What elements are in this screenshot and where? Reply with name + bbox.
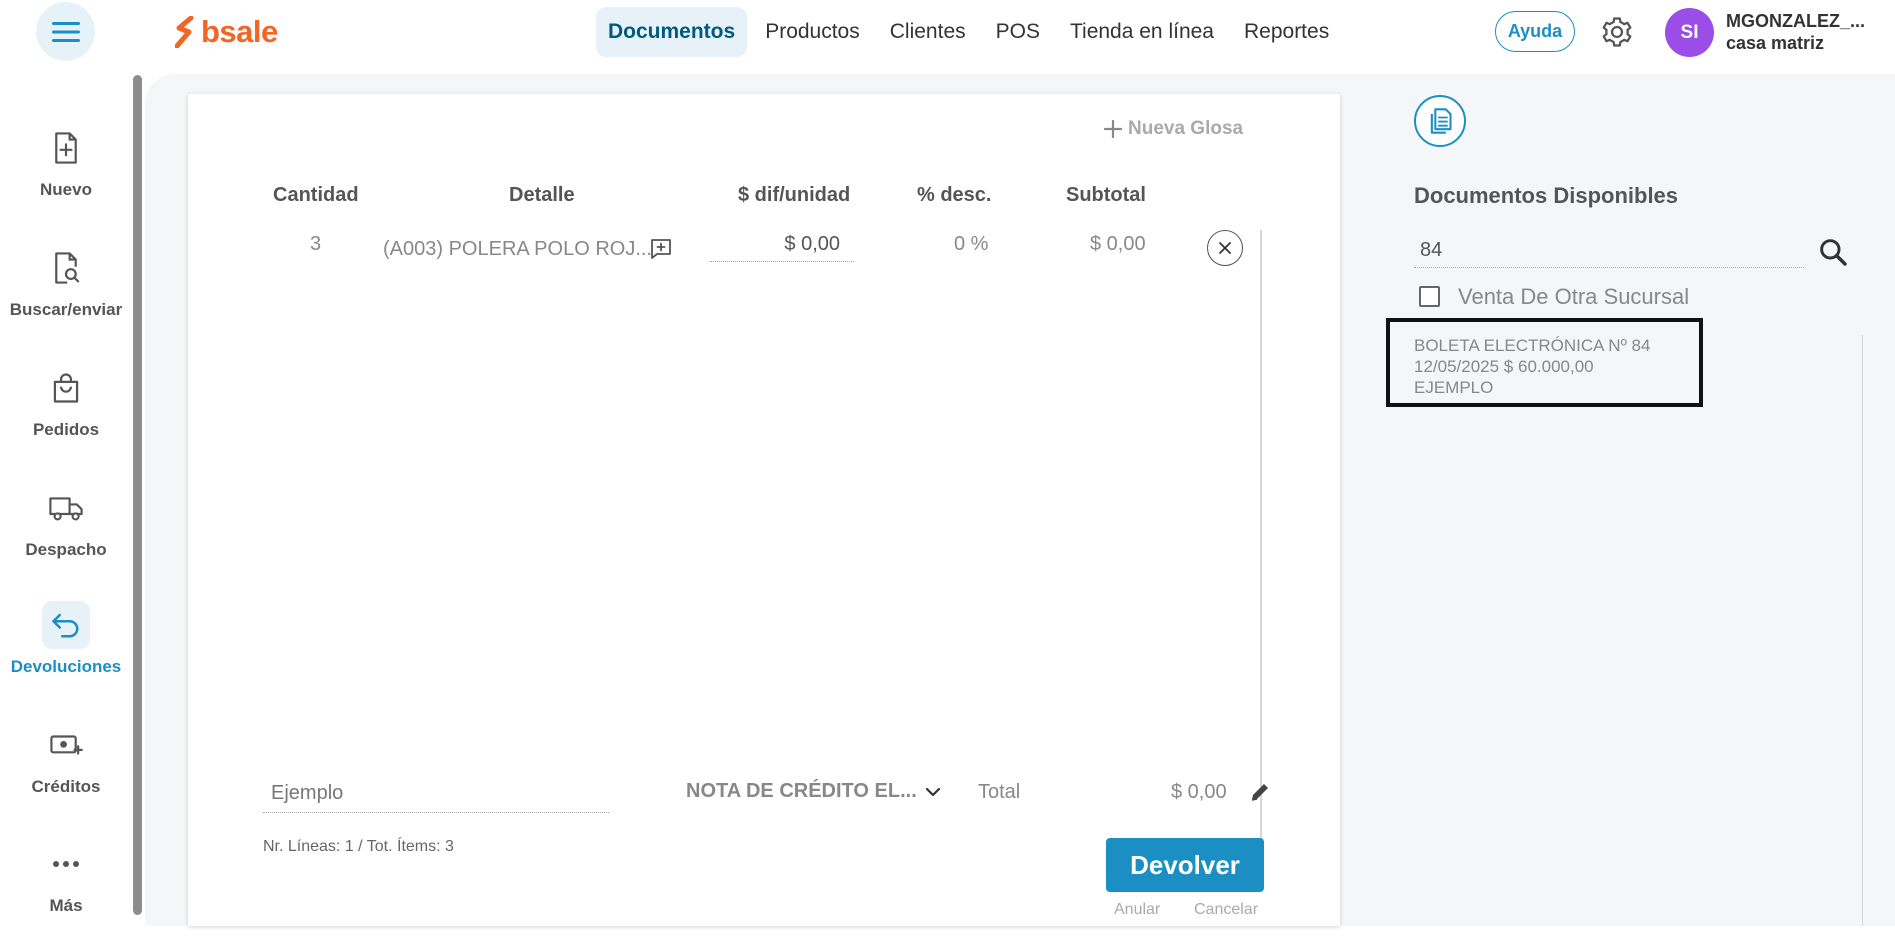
close-icon — [1219, 242, 1231, 254]
money-plus-icon — [50, 735, 83, 755]
sidebar-label: Más — [49, 896, 83, 915]
sidebar-label: Créditos — [31, 777, 101, 796]
document-date-amount: 12/05/2025 $ 60.000,00 — [1414, 357, 1594, 376]
side-icon-wrap — [42, 124, 90, 172]
row-detalle: (A003) POLERA POLO ROJ... — [383, 238, 652, 260]
otra-sucursal-label: Venta De Otra Sucursal — [1458, 284, 1690, 309]
main-nav: Documentos Productos Clientes POS Tienda… — [596, 7, 1341, 57]
header-cantidad: Cantidad — [273, 184, 359, 206]
hamburger-icon — [51, 21, 80, 42]
nueva-glosa-label: Nueva Glosa — [1128, 118, 1244, 139]
file-search-icon — [55, 252, 80, 284]
total-label: Total — [978, 781, 1021, 803]
sidebar: Nuevo Buscar/enviar Pedidos Despacho Dev… — [0, 64, 132, 926]
remove-row-button[interactable] — [1207, 230, 1243, 266]
row-subtotal: $ 0,00 — [1090, 233, 1146, 255]
return-document-card: Nueva Glosa Cantidad Detalle $ dif/unida… — [188, 94, 1340, 926]
sidebar-item-creditos[interactable]: Créditos — [0, 721, 132, 821]
pencil-icon[interactable] — [1248, 780, 1272, 804]
sidebar-item-pedidos[interactable]: Pedidos — [0, 364, 132, 464]
add-comment-icon[interactable] — [649, 237, 673, 261]
plus-icon — [1104, 120, 1122, 138]
otra-sucursal-checkbox[interactable] — [1419, 286, 1440, 307]
header-detalle: Detalle — [509, 184, 575, 206]
user-info[interactable]: MGONZALEZ_... casa matriz — [1726, 10, 1865, 54]
more-dots-icon — [53, 861, 79, 867]
side-icon-wrap — [42, 721, 90, 769]
gear-icon[interactable] — [1600, 15, 1634, 49]
user-name: MGONZALEZ_... — [1726, 11, 1865, 31]
bsale-logo[interactable]: bsale — [175, 14, 278, 50]
undo-arrow-icon — [52, 613, 79, 638]
document-icon — [1430, 108, 1452, 134]
nav-reportes[interactable]: Reportes — [1232, 7, 1341, 57]
sidebar-label: Nuevo — [40, 180, 92, 199]
bsale-logo-mark-icon — [175, 16, 194, 48]
side-icon-wrap — [42, 484, 90, 532]
document-title: BOLETA ELECTRÓNICA Nº 84 — [1414, 336, 1651, 355]
logo-text: bsale — [201, 14, 278, 49]
sidebar-item-devoluciones[interactable]: Devoluciones — [0, 601, 132, 701]
sidebar-label: Devoluciones — [10, 657, 122, 676]
avatar[interactable]: SI — [1665, 8, 1714, 57]
side-icon-wrap — [42, 601, 90, 649]
cancelar-link[interactable]: Cancelar — [1194, 901, 1258, 919]
vertical-divider — [1260, 230, 1262, 842]
dif-unidad-input[interactable]: $ 0,00 — [710, 230, 854, 262]
nav-documentos[interactable]: Documentos — [596, 7, 748, 57]
devolver-button[interactable]: Devolver — [1106, 838, 1264, 892]
anular-link[interactable]: Anular — [1114, 901, 1160, 919]
header-subtotal: Subtotal — [1066, 184, 1146, 206]
side-icon-wrap — [42, 840, 90, 888]
glosa-input[interactable]: Ejemplo — [263, 778, 609, 813]
header-dif-unidad: $ dif/unidad — [738, 184, 851, 206]
file-plus-icon — [55, 132, 77, 164]
sidebar-item-despacho[interactable]: Despacho — [0, 484, 132, 584]
side-icon-wrap — [42, 364, 90, 412]
row-desc[interactable]: 0 % — [954, 233, 988, 256]
nav-tienda-en-linea[interactable]: Tienda en línea — [1058, 7, 1226, 57]
document-type-select[interactable]: NOTA DE CRÉDITO EL... — [686, 780, 941, 803]
panel-divider — [1862, 335, 1863, 926]
chevron-down-icon — [925, 787, 940, 796]
truck-icon — [49, 497, 83, 521]
sidebar-label: Buscar/enviar — [9, 300, 123, 319]
sidebar-item-mas[interactable]: Más — [0, 840, 132, 940]
sidebar-label: Despacho — [25, 540, 107, 559]
side-icon-wrap — [42, 244, 90, 292]
lines-summary: Nr. Líneas: 1 / Tot. Ítems: 3 — [263, 838, 454, 855]
row-cantidad[interactable]: 3 — [310, 233, 321, 256]
hamburger-menu-button[interactable] — [36, 2, 95, 61]
documents-panel-button[interactable] — [1414, 95, 1466, 147]
panel-title: Documentos Disponibles — [1414, 183, 1679, 208]
nueva-glosa-button[interactable]: Nueva Glosa — [1104, 118, 1243, 140]
document-search-input[interactable]: 84 — [1414, 235, 1804, 268]
sidebar-label: Pedidos — [32, 420, 100, 439]
help-button[interactable]: Ayuda — [1495, 11, 1575, 52]
nav-clientes[interactable]: Clientes — [878, 7, 978, 57]
document-client: EJEMPLO — [1414, 378, 1494, 397]
sidebar-item-buscar-enviar[interactable]: Buscar/enviar — [0, 244, 132, 344]
sidebar-item-nuevo[interactable]: Nuevo — [0, 124, 132, 224]
user-branch: casa matriz — [1726, 33, 1825, 53]
header-desc: % desc. — [917, 184, 992, 206]
nav-pos[interactable]: POS — [984, 7, 1052, 57]
top-bar: bsale Documentos Productos Clientes POS … — [0, 0, 1895, 64]
search-icon[interactable] — [1817, 236, 1849, 268]
available-document-item[interactable]: BOLETA ELECTRÓNICA Nº 84 12/05/2025 $ 60… — [1386, 318, 1703, 407]
total-value: $ 0,00 — [1171, 781, 1227, 803]
document-type-value: NOTA DE CRÉDITO EL... — [686, 780, 917, 802]
sidebar-scrollbar[interactable] — [133, 75, 142, 915]
nav-productos[interactable]: Productos — [753, 7, 872, 57]
shopping-bag-icon — [53, 373, 79, 403]
